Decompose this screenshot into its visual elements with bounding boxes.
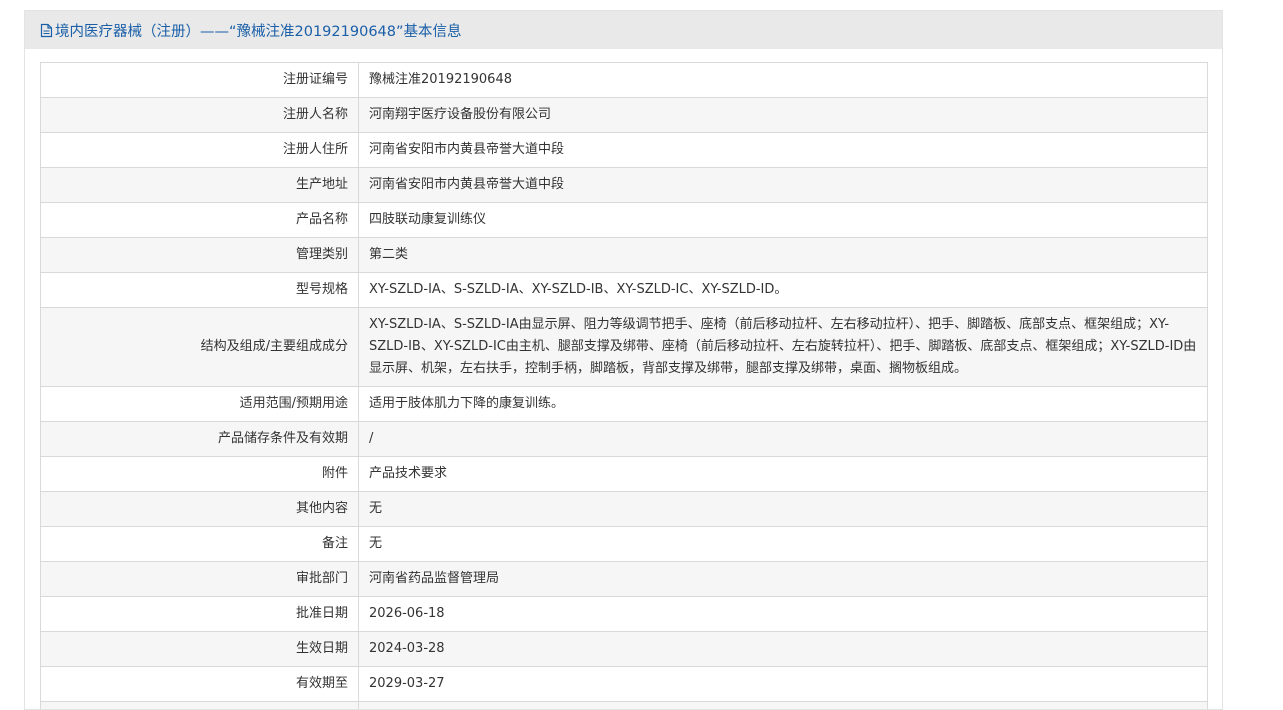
field-label: 注册人名称 <box>41 98 359 133</box>
field-label: 管理类别 <box>41 238 359 273</box>
field-value: 四肢联动康复训练仪 <box>359 203 1208 238</box>
page-title: 境内医疗器械（注册）——“豫械注准20192190648”基本信息 <box>55 20 462 41</box>
field-label: 注册证编号 <box>41 63 359 98</box>
field-value: 2026-0-11 <box>359 702 1208 710</box>
table-row: 注册人名称河南翔宇医疗设备股份有限公司 <box>41 98 1208 133</box>
field-label: 注册人住所 <box>41 133 359 168</box>
info-table: 注册证编号豫械注准20192190648注册人名称河南翔宇医疗设备股份有限公司注… <box>40 62 1208 710</box>
table-row: 结构及组成/主要组成成分XY-SZLD-IA、S-SZLD-IA由显示屏、阻力等… <box>41 308 1208 387</box>
field-label: 适用范围/预期用途 <box>41 387 359 422</box>
table-row: 适用范围/预期用途适用于肢体肌力下降的康复训练。 <box>41 387 1208 422</box>
table-row: 生效日期2024-03-28 <box>41 632 1208 667</box>
field-label: 生产地址 <box>41 168 359 203</box>
table-row: 附件产品技术要求 <box>41 457 1208 492</box>
table-row: 注册证编号豫械注准20192190648 <box>41 63 1208 98</box>
field-value: 河南翔宇医疗设备股份有限公司 <box>359 98 1208 133</box>
field-value: 产品技术要求 <box>359 457 1208 492</box>
field-label: 批准日期 <box>41 597 359 632</box>
field-label: 有效期至 <box>41 667 359 702</box>
info-table-wrapper: 注册证编号豫械注准20192190648注册人名称河南翔宇医疗设备股份有限公司注… <box>40 62 1208 710</box>
field-value: 河南省安阳市内黄县帝誉大道中段 <box>359 133 1208 168</box>
field-label: 型号规格 <box>41 273 359 308</box>
field-label: 附件 <box>41 457 359 492</box>
field-label: 其他内容 <box>41 492 359 527</box>
table-row: 管理类别第二类 <box>41 238 1208 273</box>
table-row: 2026-0-11 <box>41 702 1208 710</box>
table-row: 其他内容无 <box>41 492 1208 527</box>
field-label: 结构及组成/主要组成成分 <box>41 308 359 387</box>
table-row: 注册人住所河南省安阳市内黄县帝誉大道中段 <box>41 133 1208 168</box>
field-value: / <box>359 422 1208 457</box>
table-row: 有效期至2029-03-27 <box>41 667 1208 702</box>
document-icon <box>40 23 53 38</box>
table-row: 产品名称四肢联动康复训练仪 <box>41 203 1208 238</box>
field-value: 适用于肢体肌力下降的康复训练。 <box>359 387 1208 422</box>
table-row: 批准日期2026-06-18 <box>41 597 1208 632</box>
field-value: XY-SZLD-IA、S-SZLD-IA由显示屏、阻力等级调节把手、座椅（前后移… <box>359 308 1208 387</box>
field-label: 审批部门 <box>41 562 359 597</box>
table-row: 产品储存条件及有效期/ <box>41 422 1208 457</box>
field-value: 无 <box>359 492 1208 527</box>
field-value: 2026-06-18 <box>359 597 1208 632</box>
table-row: 型号规格XY-SZLD-IA、S-SZLD-IA、XY-SZLD-IB、XY-S… <box>41 273 1208 308</box>
field-label: 产品名称 <box>41 203 359 238</box>
info-table-body: 注册证编号豫械注准20192190648注册人名称河南翔宇医疗设备股份有限公司注… <box>41 63 1208 710</box>
field-value: XY-SZLD-IA、S-SZLD-IA、XY-SZLD-IB、XY-SZLD-… <box>359 273 1208 308</box>
field-value: 第二类 <box>359 238 1208 273</box>
field-value: 无 <box>359 527 1208 562</box>
table-row: 审批部门河南省药品监督管理局 <box>41 562 1208 597</box>
table-row: 备注无 <box>41 527 1208 562</box>
table-row: 生产地址河南省安阳市内黄县帝誉大道中段 <box>41 168 1208 203</box>
panel-header: 境内医疗器械（注册）——“豫械注准20192190648”基本信息 <box>25 11 1222 49</box>
field-label: 产品储存条件及有效期 <box>41 422 359 457</box>
field-value: 河南省药品监督管理局 <box>359 562 1208 597</box>
field-value: 2029-03-27 <box>359 667 1208 702</box>
registration-info-panel: 境内医疗器械（注册）——“豫械注准20192190648”基本信息 注册证编号豫… <box>24 10 1223 710</box>
field-label <box>41 702 359 710</box>
field-value: 豫械注准20192190648 <box>359 63 1208 98</box>
field-value: 河南省安阳市内黄县帝誉大道中段 <box>359 168 1208 203</box>
field-label: 备注 <box>41 527 359 562</box>
field-value: 2024-03-28 <box>359 632 1208 667</box>
field-label: 生效日期 <box>41 632 359 667</box>
